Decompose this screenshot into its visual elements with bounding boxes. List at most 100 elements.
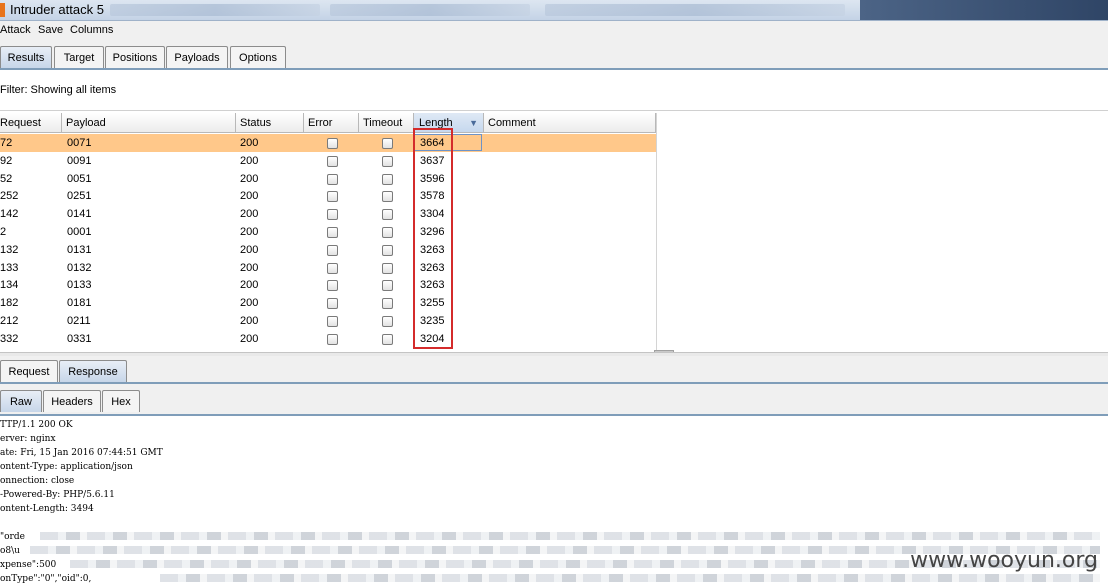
cell-status: 200: [240, 137, 259, 149]
table-row[interactable]: 182 0181 200 3255: [0, 294, 656, 312]
error-checkbox: [327, 280, 338, 292]
cell-status: 200: [240, 279, 259, 292]
response-line: ontent-Length: 3494: [0, 504, 94, 514]
column-header-status[interactable]: Status: [236, 113, 304, 133]
cell-payload: 0181: [67, 297, 92, 310]
cell-payload: 0071: [67, 137, 92, 149]
menu-bar: Attack Save Columns: [0, 21, 1108, 40]
timeout-checkbox: [382, 227, 393, 238]
cell-request: 132: [0, 243, 19, 256]
detail-tab-bar: Request Response: [0, 356, 1108, 384]
cell-payload: 0141: [67, 208, 92, 221]
cell-request: 332: [0, 332, 19, 345]
cell-payload: 0211: [67, 315, 91, 327]
table-row[interactable]: 212 0211 200 3235: [0, 312, 656, 330]
tab-raw[interactable]: Raw: [0, 390, 42, 412]
table-row[interactable]: 2 0001 200 3296: [0, 223, 656, 241]
table-row[interactable]: 134 0133 200 3263: [0, 276, 656, 294]
cell-payload: 0251: [67, 190, 92, 203]
blurred-text: [40, 532, 1100, 540]
timeout-checkbox: [382, 298, 393, 310]
cell-status: 200: [240, 261, 259, 274]
app-icon: [0, 3, 5, 17]
length-column-highlight: [413, 128, 453, 349]
cell-status: 200: [240, 315, 259, 327]
view-tab-bar: Raw Headers Hex: [0, 384, 1108, 416]
cell-request: 52: [0, 172, 13, 185]
timeout-checkbox: [382, 209, 393, 221]
tab-response[interactable]: Response: [59, 360, 127, 382]
tab-hex[interactable]: Hex: [102, 390, 140, 412]
response-line: onnection: close: [0, 476, 75, 486]
cell-request: 2: [0, 226, 7, 238]
cell-payload: 0331: [67, 332, 92, 345]
column-header-comment[interactable]: Comment: [484, 113, 656, 133]
cell-status: 200: [240, 243, 259, 256]
response-line: xpense":500: [0, 560, 57, 570]
table-row[interactable]: 132 0131 200 3263: [0, 241, 656, 259]
timeout-checkbox: [382, 173, 393, 185]
cell-payload: 0091: [67, 154, 92, 167]
menu-attack[interactable]: Attack: [0, 24, 31, 36]
error-checkbox: [327, 333, 338, 345]
column-header-timeout[interactable]: Timeout: [359, 113, 414, 133]
cell-status: 200: [240, 332, 259, 345]
tab-headers[interactable]: Headers: [43, 390, 101, 412]
error-checkbox: [327, 155, 338, 167]
table-empty-area: [656, 113, 1108, 350]
blurred-text: [160, 574, 1100, 582]
cell-status: 200: [240, 154, 259, 167]
table-row[interactable]: 252 0251 200 3578: [0, 187, 656, 205]
cell-status: 200: [240, 190, 259, 203]
cell-status: 200: [240, 226, 259, 238]
column-header-error[interactable]: Error: [304, 113, 359, 133]
cell-request: 134: [0, 279, 19, 292]
tab-options[interactable]: Options: [230, 46, 286, 68]
table-row[interactable]: 332 0331 200 3204: [0, 330, 656, 348]
timeout-checkbox: [382, 316, 393, 327]
table-row[interactable]: 52 0051 200 3596: [0, 170, 656, 188]
table-row[interactable]: 72 0071 200 3664: [0, 134, 656, 152]
cell-status: 200: [240, 297, 259, 310]
cell-request: 133: [0, 261, 19, 274]
error-checkbox: [327, 209, 338, 221]
response-viewer[interactable]: TTP/1.1 200 OK erver: nginx ate: Fri, 15…: [0, 416, 1108, 587]
main-tab-bar: Results Target Positions Payloads Option…: [0, 40, 1108, 70]
response-line: erver: nginx: [0, 434, 56, 444]
cell-status: 200: [240, 172, 259, 185]
cell-status: 200: [240, 208, 259, 221]
timeout-checkbox: [382, 262, 393, 274]
error-checkbox: [327, 316, 338, 327]
tab-positions[interactable]: Positions: [105, 46, 165, 68]
blurred-title-text: [110, 4, 320, 16]
error-checkbox: [327, 138, 338, 149]
table-row[interactable]: 142 0141 200 3304: [0, 205, 656, 223]
response-line: -Powered-By: PHP/5.6.11: [0, 490, 115, 500]
watermark: www.wooyun.org: [910, 548, 1098, 573]
blurred-title-text: [545, 4, 845, 16]
timeout-checkbox: [382, 244, 393, 256]
menu-save[interactable]: Save: [38, 24, 63, 36]
timeout-checkbox: [382, 333, 393, 345]
response-line: TTP/1.1 200 OK: [0, 420, 73, 430]
tab-target[interactable]: Target: [54, 46, 104, 68]
cell-payload: 0133: [67, 279, 92, 292]
table-row[interactable]: 133 0132 200 3263: [0, 259, 656, 277]
response-line: o8\u: [0, 546, 20, 556]
column-header-request[interactable]: Request: [0, 113, 62, 133]
tab-request[interactable]: Request: [0, 360, 58, 382]
tab-results[interactable]: Results: [0, 46, 52, 68]
timeout-checkbox: [382, 280, 393, 292]
cell-request: 252: [0, 190, 19, 203]
response-line: ontent-Type: application/json: [0, 462, 133, 472]
filter-bar[interactable]: Filter: Showing all items: [0, 70, 1108, 111]
timeout-checkbox: [382, 191, 393, 203]
column-header-payload[interactable]: Payload: [62, 113, 236, 133]
blurred-title-text: [330, 4, 530, 16]
sort-descending-icon: ▼: [469, 118, 478, 128]
menu-columns[interactable]: Columns: [70, 24, 113, 36]
title-bar: Intruder attack 5: [0, 0, 1108, 21]
table-row[interactable]: 92 0091 200 3637: [0, 152, 656, 170]
tab-payloads[interactable]: Payloads: [166, 46, 228, 68]
response-line: ate: Fri, 15 Jan 2016 07:44:51 GMT: [0, 448, 163, 458]
